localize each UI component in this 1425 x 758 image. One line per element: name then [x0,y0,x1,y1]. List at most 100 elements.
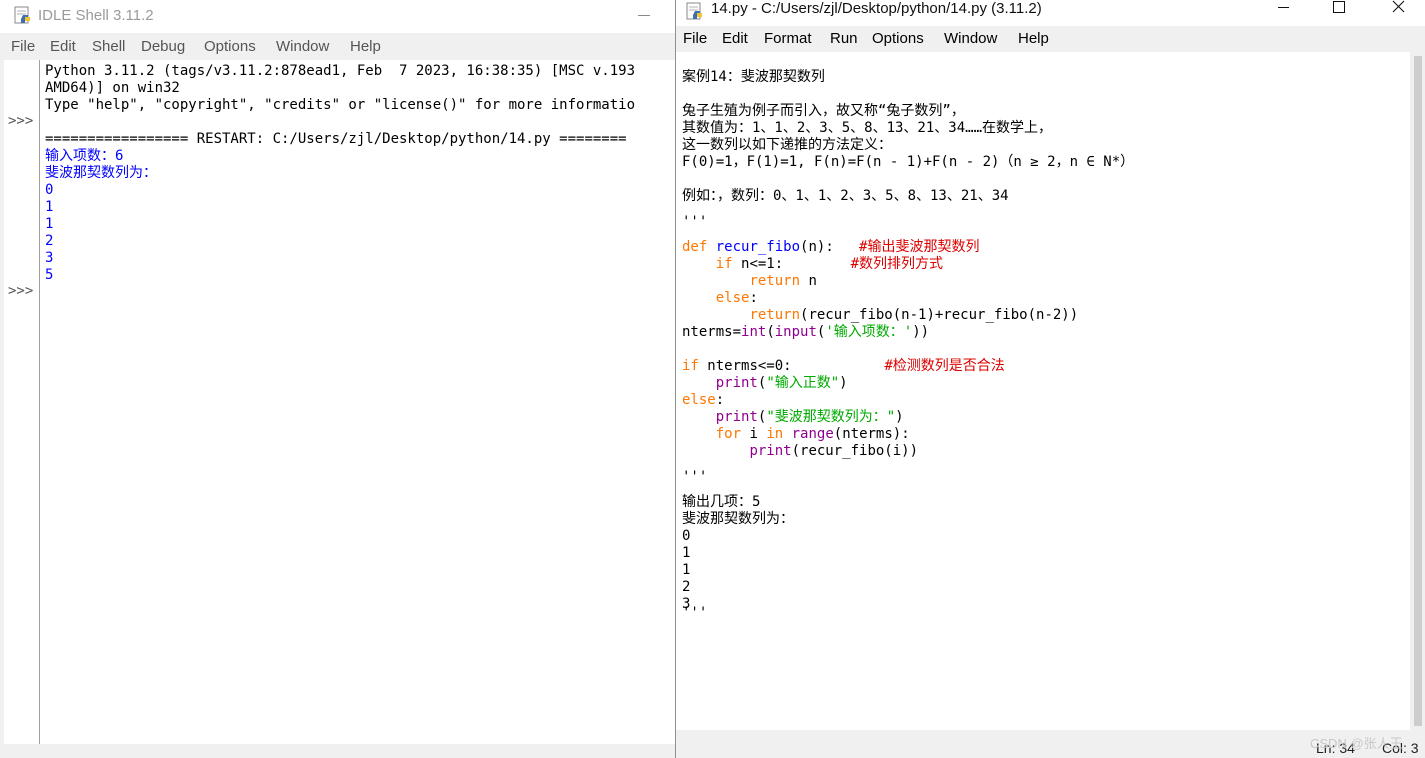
code-line: def recur_fibo(n): #输出斐波那契数列 [682,239,979,256]
editor-menu-window[interactable]: Window [944,30,997,47]
code-line: 例如：，数列：0、1、1、2、3、5、8、13、21、34 [682,188,1009,204]
code-line: 案例14：斐波那契数列 [682,69,825,85]
code-builtin: print [749,443,792,459]
code-keyword: for [715,426,742,442]
code-builtin: range [791,426,834,442]
idle-app-icon [14,6,30,24]
shell-window-title: IDLE Shell 3.11.2 [38,7,154,24]
editor-menu-run[interactable]: Run [830,30,858,47]
shell-menu-window[interactable]: Window [276,38,329,55]
code-line: 斐波那契数列为： [682,511,794,527]
code-text: ( [766,324,775,340]
code-line: 2 [682,579,691,595]
close-icon [1392,0,1405,13]
shell-restart-line: ================= RESTART: C:/Users/zjl/… [45,131,627,147]
shell-output-line: 输入项数：6 [45,148,124,164]
csdn-watermark: CSDN @张人王 [1310,736,1403,751]
code-line: F(0)=1，F(1)=1, F(n)=F(n - 1)+F(n - 2)（n … [682,154,1135,170]
code-line: ''' [682,214,708,230]
code-line: 1 [682,562,691,578]
shell-line: Type "help", "copyright", "credits" or "… [45,97,636,113]
shell-output-line: 5 [45,267,54,283]
editor-window: 14.py - C:/Users/zjl/Desktop/python/14.p… [675,0,1425,758]
code-text: : [715,392,725,408]
editor-menu-options[interactable]: Options [872,30,924,47]
code-line: ''' [682,52,707,60]
code-line: return n [682,273,817,290]
shell-output-line: 3 [45,250,54,266]
shell-menu-file[interactable]: File [11,38,35,55]
code-comment: #数列排列方式 [850,256,944,272]
code-editor[interactable]: ''' 案例14：斐波那契数列 兔子生殖为例子而引入，故又称“兔子数列”， 其数… [676,52,1410,730]
code-line: 1 [682,545,691,561]
scrollbar-thumb[interactable] [1414,56,1422,726]
code-string: "输入正数" [766,375,840,391]
editor-window-title: 14.py - C:/Users/zjl/Desktop/python/14.p… [711,0,1042,17]
code-text: n [808,273,817,289]
minimize-icon [1278,7,1289,8]
shell-window: IDLE Shell 3.11.2 File Edit Shell Debug … [0,0,676,758]
shell-menu-help[interactable]: Help [350,38,381,55]
code-keyword: in [766,426,784,442]
code-string: "斐波那契数列为：" [766,409,896,425]
code-line: 输出几项：5 [682,494,761,510]
shell-output-line: 1 [45,199,54,215]
code-text: (recur_fibo(i)) [791,443,919,459]
shell-titlebar[interactable]: IDLE Shell 3.11.2 [0,0,676,33]
code-text: )) [912,324,930,340]
code-comment: #检测数列是否合法 [884,358,1005,374]
maximize-button[interactable] [1316,0,1362,24]
editor-menu-file[interactable]: File [683,30,707,47]
shell-bottom-edge [0,744,676,758]
shell-menu-edit[interactable]: Edit [50,38,76,55]
code-line: nterms=int(input('输入项数：')) [682,324,929,341]
code-text: i [749,426,758,442]
editor-menu-format[interactable]: Format [764,30,812,47]
code-text: (nterms): [833,426,910,442]
shell-menu-options[interactable]: Options [204,38,256,55]
code-text: nterms<=0: [707,358,792,374]
shell-output-line: 2 [45,233,54,249]
shell-line: Python 3.11.2 (tags/v3.11.2:878ead1, Feb… [45,63,636,79]
code-text: : [749,290,758,306]
code-builtin: int [741,324,767,340]
code-comment: #输出斐波那契数列 [859,239,980,255]
code-text: ) [895,409,904,425]
code-keyword: else [715,290,750,306]
editor-vertical-scrollbar[interactable] [1410,52,1425,730]
code-line: 0 [682,528,691,544]
shell-output-line: 0 [45,182,54,198]
maximize-icon [1333,1,1345,13]
code-function-name: recur_fibo [715,239,801,255]
shell-menu-shell[interactable]: Shell [92,38,125,55]
code-text: nterms= [682,324,742,340]
shell-prompt-gutter: >>> >>> [4,60,40,744]
shell-output-area[interactable]: Python 3.11.2 (tags/v3.11.2:878ead1, Feb… [40,60,676,744]
code-builtin: print [715,409,758,425]
code-keyword: if [682,358,699,374]
editor-menu-help[interactable]: Help [1018,30,1049,47]
close-button[interactable] [1376,0,1422,24]
code-line: ''' [682,605,708,621]
code-line: else: [682,392,724,409]
editor-menubar: File Edit Format Run Options Window Help [676,26,1425,50]
code-line: return(recur_fibo(n-1)+recur_fibo(n-2)) [682,307,1078,324]
shell-menu-debug[interactable]: Debug [141,38,185,55]
minimize-button[interactable] [1261,0,1307,24]
editor-titlebar[interactable]: 14.py - C:/Users/zjl/Desktop/python/14.p… [676,0,1425,26]
code-line: print("斐波那契数列为：") [682,409,904,426]
code-builtin: print [715,375,758,391]
code-line: ''' [682,469,708,485]
editor-menu-edit[interactable]: Edit [722,30,748,47]
shell-menubar: File Edit Shell Debug Options Window Hel… [0,36,676,58]
code-line: 兔子生殖为例子而引入，故又称“兔子数列”， [682,103,965,119]
code-keyword: return [749,273,801,289]
code-line: if nterms<=0: #检测数列是否合法 [682,358,1005,375]
code-keyword: if [715,256,733,272]
shell-output-line: 斐波那契数列为： [45,165,157,181]
code-text: (n): [800,239,834,255]
code-keyword: def [682,239,708,255]
idle-app-icon [686,2,702,20]
shell-output-line: 1 [45,216,54,232]
shell-minimize-button[interactable] [638,15,650,16]
